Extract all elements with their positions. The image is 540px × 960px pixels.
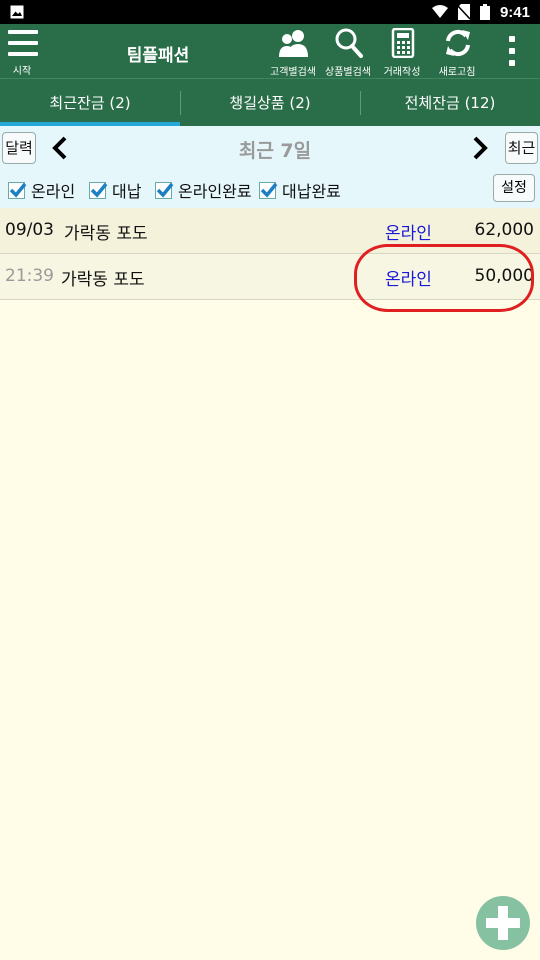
row-time: 21:39 xyxy=(5,266,54,286)
tab-recent-balance[interactable]: 최근잔금 (2) xyxy=(0,79,180,126)
refresh-label: 새로고침 xyxy=(438,67,476,78)
battery-icon xyxy=(479,4,490,20)
customer-search-button[interactable]: 고객별검색 xyxy=(265,26,321,78)
hamburger-icon xyxy=(8,30,38,56)
checkbox[interactable] xyxy=(89,181,108,199)
row-amount: 62,000 xyxy=(474,220,534,240)
filter-online-label: 온라인 xyxy=(31,182,76,201)
checkbox[interactable] xyxy=(8,181,27,199)
menu-button[interactable]: 시작 xyxy=(4,26,42,77)
plus-icon-bar xyxy=(486,918,520,928)
highlight-annotation xyxy=(354,244,534,312)
clock: 9:41 xyxy=(499,3,530,21)
image-notification-icon xyxy=(10,5,24,19)
app-title: 팀플패션 xyxy=(126,46,190,66)
date-range-bar: 달력 최근 7일 최근 xyxy=(0,126,540,172)
filter-proxy-complete-label: 대납완료 xyxy=(282,182,341,201)
row-customer-name: 가락동 포도 xyxy=(64,224,148,244)
calendar-button[interactable]: 달력 xyxy=(2,132,36,164)
filter-online[interactable]: 온라인 xyxy=(8,179,75,201)
checkbox[interactable] xyxy=(259,181,278,199)
status-bar: 9:41 xyxy=(0,0,540,24)
calculator-icon xyxy=(391,28,415,58)
chevron-right-icon[interactable] xyxy=(466,135,492,161)
tab-bar: 최근잔금 (2) 챙길상품 (2) 전체잔금 (12) xyxy=(0,78,540,126)
row-payment-type: 온라인 xyxy=(385,224,432,244)
wifi-icon xyxy=(431,5,448,18)
more-options-icon[interactable] xyxy=(500,34,524,68)
filter-proxy-payment-label: 대납 xyxy=(112,182,142,201)
recent-button[interactable]: 최근 xyxy=(505,132,538,164)
checkmark-icon xyxy=(90,182,108,198)
tab-all-balance[interactable]: 전체잔금 (12) xyxy=(360,79,540,126)
no-sim-icon xyxy=(457,4,470,20)
row-date: 09/03 xyxy=(5,220,54,240)
filter-proxy-payment[interactable]: 대납 xyxy=(89,179,141,201)
checkmark-icon xyxy=(156,182,174,198)
filter-proxy-complete[interactable]: 대납완료 xyxy=(259,179,341,201)
refresh-button[interactable]: 새로고침 xyxy=(429,26,485,78)
date-range-label: 최근 7일 xyxy=(238,140,312,162)
row-customer-name: 가락동 포도 xyxy=(61,270,145,290)
refresh-icon xyxy=(446,29,470,57)
app-bar: 시작 팀플패션 고객별검색 상품별검색 거래작성 새로고침 xyxy=(0,24,540,78)
checkmark-icon xyxy=(9,182,27,198)
settings-button[interactable]: 설정 xyxy=(493,174,535,202)
product-search-button[interactable]: 상품별검색 xyxy=(320,26,376,78)
search-icon xyxy=(335,28,363,58)
tab-products-to-collect[interactable]: 챙길상품 (2) xyxy=(180,79,360,126)
filter-bar: 온라인 대납 온라인완료 대납완료 설정 xyxy=(0,172,540,208)
write-transaction-button[interactable]: 거래작성 xyxy=(374,26,430,78)
checkbox[interactable] xyxy=(155,181,174,199)
filter-online-complete[interactable]: 온라인완료 xyxy=(155,179,252,201)
filter-online-complete-label: 온라인완료 xyxy=(178,182,252,201)
people-icon xyxy=(279,30,308,57)
chevron-left-icon[interactable] xyxy=(48,135,74,161)
add-button[interactable] xyxy=(476,896,530,950)
checkmark-icon xyxy=(260,182,278,198)
menu-caption: 시작 xyxy=(12,66,32,77)
